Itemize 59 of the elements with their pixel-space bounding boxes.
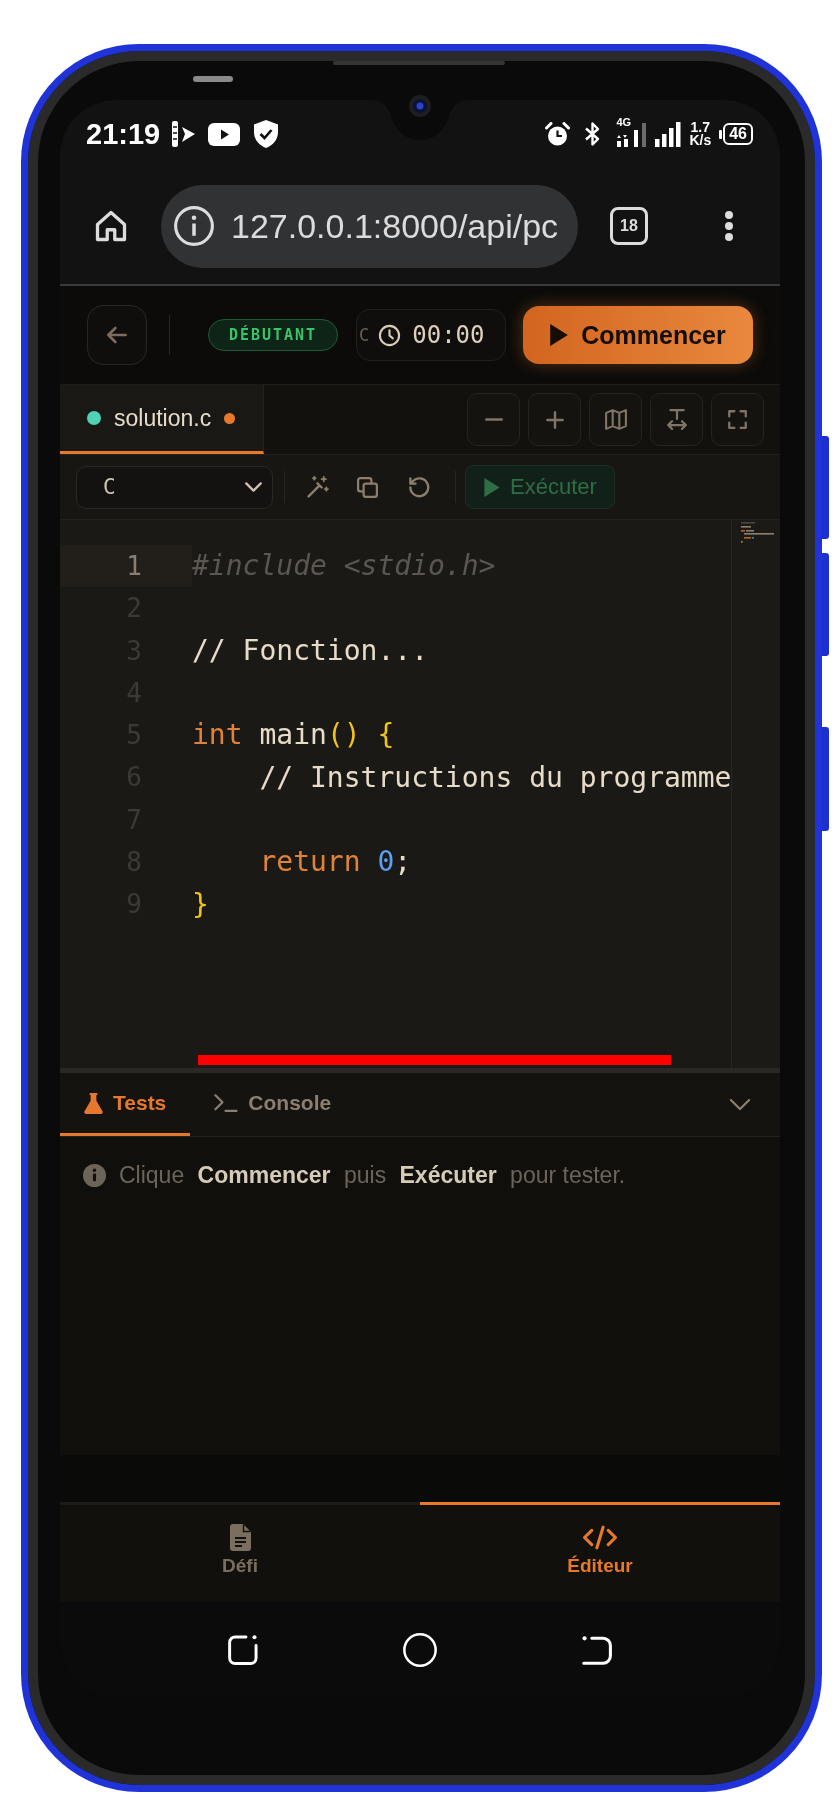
battery-indicator: 46 bbox=[719, 123, 753, 145]
clock-time: 21:19 bbox=[86, 118, 161, 150]
code-icon bbox=[583, 1524, 617, 1551]
map-icon bbox=[604, 409, 627, 430]
minus-icon bbox=[484, 418, 503, 421]
fullscreen-button[interactable] bbox=[711, 393, 764, 446]
info-icon bbox=[83, 1163, 106, 1187]
zoom-in-button[interactable] bbox=[528, 393, 581, 446]
menu-icon[interactable] bbox=[724, 211, 734, 241]
magic-wand-icon[interactable] bbox=[307, 476, 329, 498]
hint-text: Clique Commencer puis Exécuter pour tester. bbox=[119, 1161, 626, 1189]
undo-icon[interactable] bbox=[409, 476, 430, 498]
code-line: int main() { bbox=[192, 718, 395, 753]
code-line: } bbox=[192, 887, 209, 922]
code-line: return 0; bbox=[259, 845, 412, 880]
network-speed-value: 1.7 bbox=[690, 121, 711, 134]
signal-bars-icon bbox=[654, 121, 683, 147]
back-icon[interactable] bbox=[582, 1635, 612, 1665]
home-icon[interactable] bbox=[403, 1633, 437, 1667]
clock-icon bbox=[378, 323, 402, 347]
network-type-label: 4G bbox=[616, 116, 632, 128]
sensor-light bbox=[193, 76, 233, 82]
play-icon bbox=[550, 324, 569, 346]
recent-apps-icon[interactable] bbox=[228, 1635, 258, 1665]
shield-check-icon bbox=[253, 119, 280, 149]
back-button[interactable] bbox=[87, 305, 147, 365]
mobile-signal-icon bbox=[616, 120, 648, 148]
code-line: #include <stdio.h> bbox=[192, 549, 496, 584]
timer-text: 00:00 bbox=[412, 321, 485, 349]
code-line: // Instructions du programme bbox=[259, 760, 732, 795]
fullscreen-icon bbox=[728, 410, 747, 429]
level-badge: DÉBUTANT bbox=[208, 319, 338, 351]
start-button[interactable]: Commencer bbox=[523, 306, 753, 364]
line-number: 1 bbox=[60, 545, 192, 588]
network-speed-unit: K/s bbox=[689, 134, 712, 147]
tab-count-button[interactable]: 18 bbox=[610, 207, 648, 245]
chevron-down-icon bbox=[245, 482, 262, 492]
video-play-icon bbox=[208, 122, 241, 146]
horizontal-scrollbar[interactable] bbox=[198, 1055, 671, 1065]
play-icon bbox=[484, 477, 500, 497]
home-icon[interactable] bbox=[93, 208, 129, 244]
language-select[interactable]: C bbox=[76, 465, 273, 509]
word-wrap-button[interactable] bbox=[650, 393, 703, 446]
terminal-icon bbox=[214, 1094, 239, 1112]
copy-icon[interactable] bbox=[357, 476, 378, 498]
minimap-toggle-button[interactable] bbox=[589, 393, 642, 446]
timer-prefix-text: C bbox=[359, 325, 370, 345]
file-type-dot-icon bbox=[87, 411, 101, 425]
chevron-down-icon[interactable] bbox=[729, 1098, 751, 1111]
code-line: // Fonction... bbox=[192, 633, 428, 668]
info-icon[interactable] bbox=[173, 205, 215, 247]
flask-icon bbox=[84, 1092, 103, 1114]
alarm-clock-icon bbox=[545, 121, 571, 147]
address-bar[interactable]: 127.0.0.1:8000/api/pc bbox=[161, 184, 578, 268]
text-width-icon bbox=[666, 409, 687, 430]
plus-icon bbox=[545, 410, 564, 429]
document-icon bbox=[229, 1524, 251, 1551]
panel-tab[interactable]: Console bbox=[190, 1073, 356, 1136]
file-tab[interactable]: solution.c bbox=[60, 385, 264, 454]
